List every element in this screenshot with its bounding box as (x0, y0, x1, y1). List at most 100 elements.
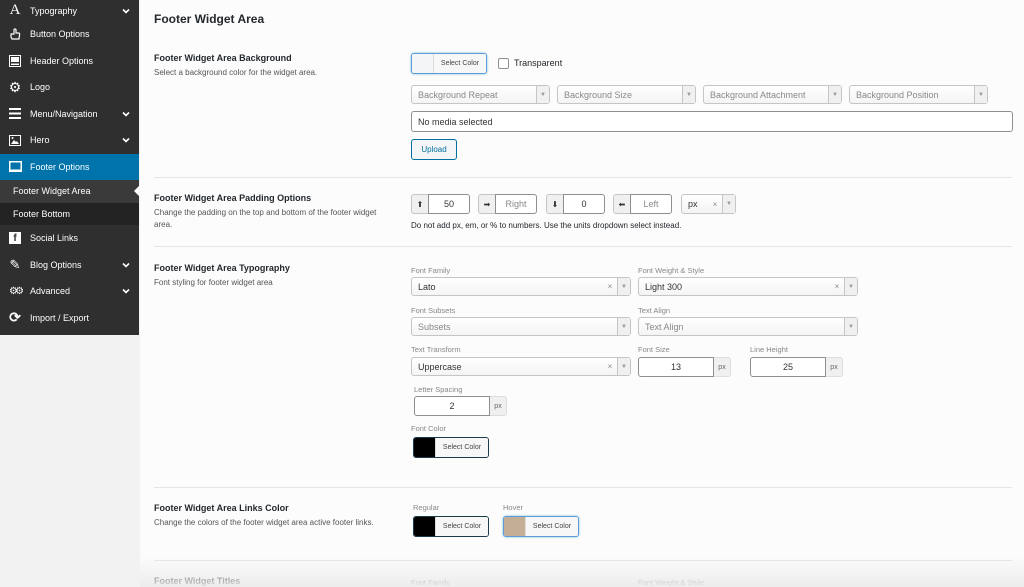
select-value: px (682, 199, 708, 209)
sidebar-item-button-options[interactable]: Button Options (0, 21, 139, 48)
sidebar: A Typography Button Options Header Optio… (0, 0, 139, 335)
dropdown-arrow-icon: ▼ (844, 278, 857, 295)
font-weight-select[interactable]: Light 300 × ▼ (638, 277, 858, 296)
upload-button[interactable]: Upload (411, 139, 457, 160)
sidebar-item-label: Hero (30, 135, 50, 145)
line-height-group: 25 px (750, 357, 843, 377)
padding-left-input[interactable]: Left (630, 194, 672, 214)
font-size-group: 13 px (638, 357, 731, 377)
dropdown-arrow-icon: ▼ (536, 86, 549, 103)
submenu-item-label: Footer Bottom (13, 209, 70, 219)
regular-link-color-picker[interactable]: Select Color (413, 516, 489, 537)
select-value: Subsets (412, 322, 617, 332)
arrow-up-icon: ⬆ (411, 194, 428, 214)
arrow-right-icon: ➡ (478, 194, 495, 214)
hover-link-color-picker[interactable]: Select Color (503, 516, 579, 537)
line-height-input[interactable]: 25 (750, 357, 826, 377)
background-position-select[interactable]: Background Position ▼ (849, 85, 988, 104)
media-url-field[interactable]: No media selected (411, 111, 1013, 132)
section-divider (154, 487, 1012, 488)
sidebar-item-import-export[interactable]: ⟳ Import / Export (0, 305, 139, 332)
sidebar-item-footer-options[interactable]: Footer Options (0, 154, 139, 181)
background-size-select[interactable]: Background Size ▼ (557, 85, 696, 104)
refresh-icon: ⟳ (8, 311, 22, 325)
section-divider (154, 246, 1012, 247)
sidebar-item-logo[interactable]: ⚙ Logo (0, 74, 139, 101)
font-weight-label: Font Weight & Style (638, 266, 704, 275)
sidebar-item-blog-options[interactable]: ✎ Blog Options (0, 252, 139, 279)
clear-icon[interactable]: × (603, 282, 617, 291)
section-description: Select a background color for the widget… (154, 67, 394, 79)
font-family-select[interactable]: Lato × ▼ (411, 277, 631, 296)
padding-units-select[interactable]: px × ▼ (681, 194, 736, 214)
facebook-icon: f (8, 231, 22, 245)
arrow-left-icon: ⬅ (613, 194, 630, 214)
sidebar-item-label: Typography (30, 6, 77, 16)
sidebar-item-header-options[interactable]: Header Options (0, 48, 139, 75)
typography-icon: A (8, 4, 22, 18)
select-color-label: Select Color (434, 54, 486, 73)
section-description: Font styling for footer widget area (154, 277, 394, 289)
chevron-down-icon[interactable] (121, 135, 131, 145)
sidebar-item-social-links[interactable]: f Social Links (0, 225, 139, 252)
submenu-item-footer-widget-area[interactable]: Footer Widget Area (0, 180, 139, 203)
regular-label: Regular (413, 503, 439, 512)
sidebar-item-advanced[interactable]: ⚙⚙ Advanced (0, 278, 139, 305)
letter-spacing-label: Letter Spacing (414, 385, 462, 394)
background-section-header: Footer Widget Area Background Select a b… (154, 53, 1012, 79)
background-repeat-select[interactable]: Background Repeat ▼ (411, 85, 550, 104)
font-color-label: Font Color (411, 424, 446, 433)
sidebar-item-label: Menu/Navigation (30, 109, 98, 119)
transparent-checkbox[interactable] (498, 58, 509, 69)
select-color-label: Select Color (436, 438, 488, 457)
image-icon (8, 133, 22, 147)
select-color-label: Select Color (526, 517, 578, 536)
chevron-down-icon[interactable] (121, 109, 131, 119)
font-subsets-select[interactable]: Subsets ▼ (411, 317, 631, 336)
padding-top-input[interactable]: 50 (428, 194, 470, 214)
clear-icon[interactable]: × (603, 362, 617, 371)
background-attachment-select[interactable]: Background Attachment ▼ (703, 85, 842, 104)
letter-spacing-group: 2 px (414, 396, 507, 416)
sidebar-item-label: Import / Export (30, 313, 89, 323)
sidebar-item-label: Footer Options (30, 162, 90, 172)
pencil-icon: ✎ (8, 258, 22, 272)
padding-right-input[interactable]: Right (495, 194, 537, 214)
section-description: Change the colors of the footer widget a… (154, 517, 394, 529)
section-title: Footer Widget Titles (154, 576, 1012, 586)
chevron-down-icon[interactable] (121, 260, 131, 270)
background-color-picker[interactable]: Select Color (411, 53, 487, 74)
font-size-input[interactable]: 13 (638, 357, 714, 377)
sidebar-item-label: Button Options (30, 29, 90, 39)
font-color-picker[interactable]: Select Color (413, 437, 489, 458)
sidebar-item-typography[interactable]: A Typography (0, 0, 139, 21)
chevron-down-icon[interactable] (121, 6, 131, 16)
dropdown-arrow-icon: ▼ (617, 278, 630, 295)
letter-spacing-input[interactable]: 2 (414, 396, 490, 416)
section-title: Footer Widget Area Typography (154, 263, 1012, 273)
clear-icon[interactable]: × (708, 200, 722, 209)
padding-top-group: ⬆ 50 (411, 194, 470, 214)
dropdown-arrow-icon: ▼ (722, 195, 735, 213)
sidebar-item-label: Header Options (30, 56, 93, 66)
sidebar-item-menu-navigation[interactable]: Menu/Navigation (0, 101, 139, 128)
unit-label: px (826, 357, 843, 377)
text-transform-select[interactable]: Uppercase × ▼ (411, 357, 631, 376)
text-align-select[interactable]: Text Align ▼ (638, 317, 858, 336)
padding-right-group: ➡ Right (478, 194, 537, 214)
font-size-label: Font Size (638, 345, 670, 354)
select-value: Lato (412, 282, 603, 292)
gears-icon: ⚙⚙ (8, 284, 22, 298)
font-family-label: Font Family (411, 578, 450, 587)
text-transform-label: Text Transform (411, 345, 461, 354)
select-value: Text Align (639, 322, 844, 332)
submenu-item-footer-bottom[interactable]: Footer Bottom (0, 203, 139, 226)
chevron-down-icon[interactable] (121, 286, 131, 296)
sidebar-item-label: Social Links (30, 233, 78, 243)
select-value: Background Position (850, 90, 974, 100)
dropdown-arrow-icon: ▼ (828, 86, 841, 103)
sidebar-item-label: Logo (30, 82, 50, 92)
padding-bottom-input[interactable]: 0 (563, 194, 605, 214)
clear-icon[interactable]: × (830, 282, 844, 291)
sidebar-item-hero[interactable]: Hero (0, 127, 139, 154)
